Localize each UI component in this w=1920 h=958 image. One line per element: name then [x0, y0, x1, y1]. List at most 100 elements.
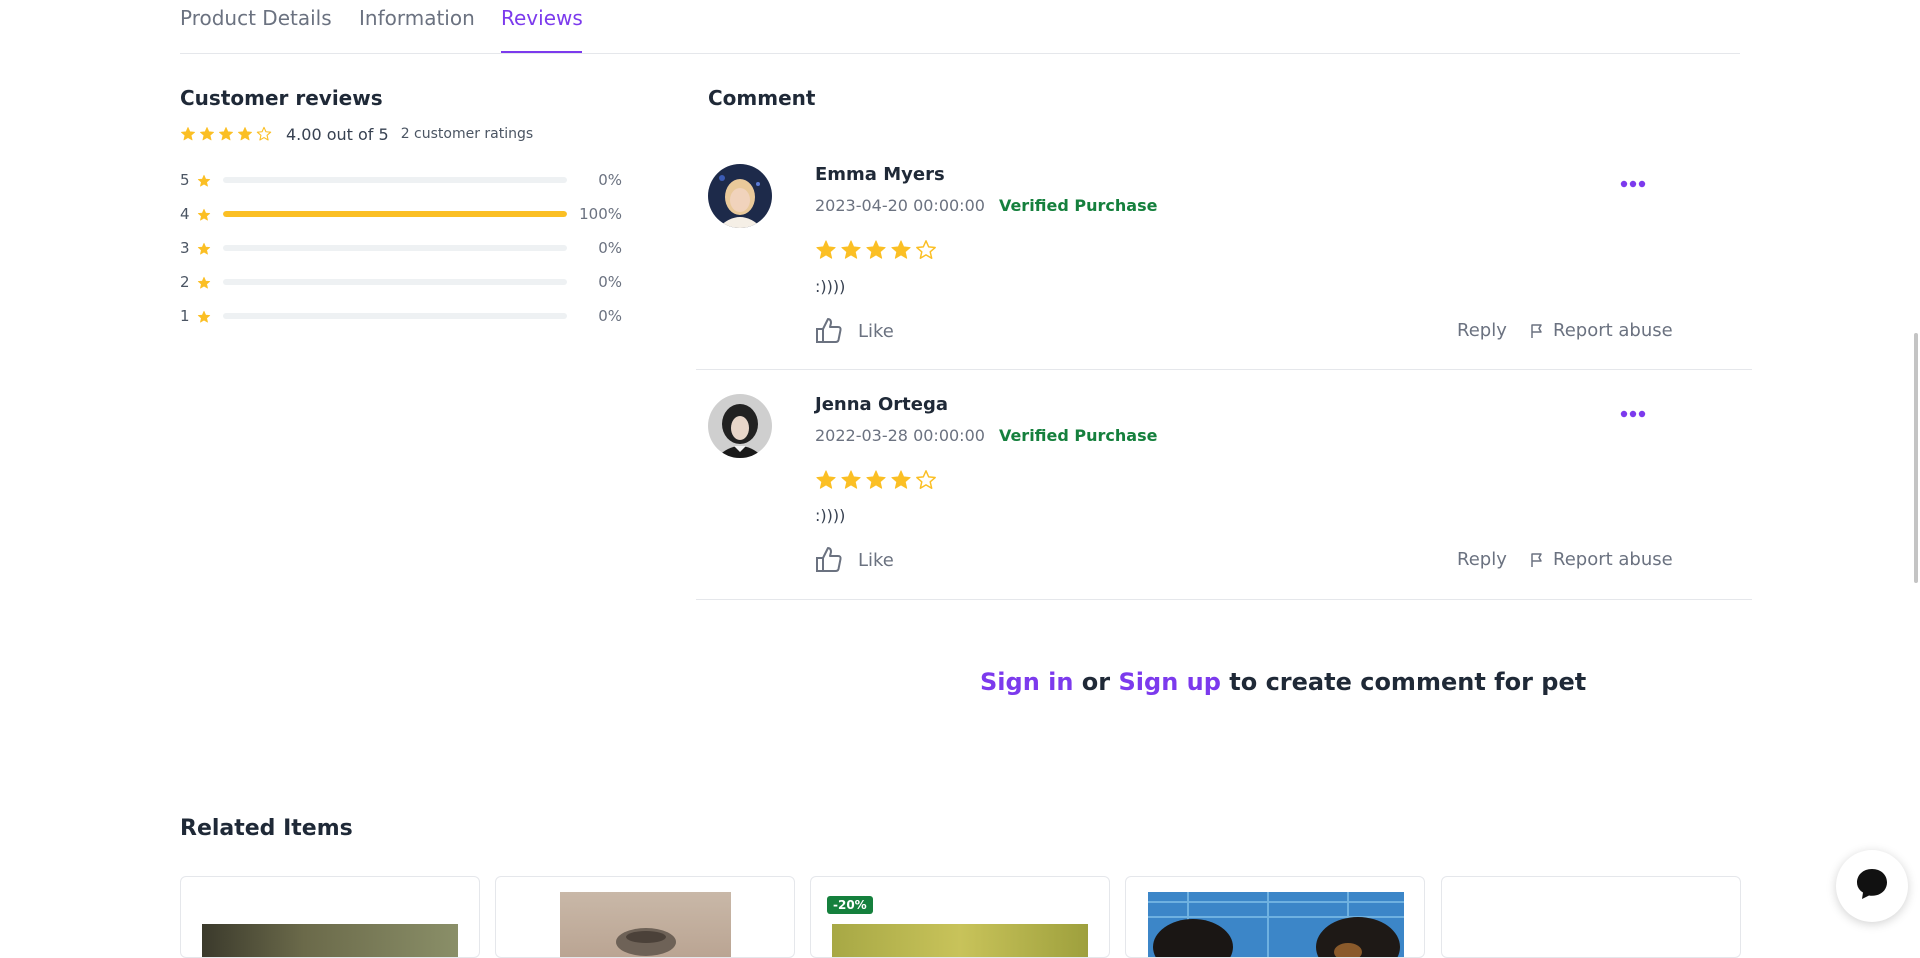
tab-information[interactable]: Information — [359, 6, 475, 30]
star-icon — [865, 469, 887, 491]
signin-prompt: Sign in or Sign up to create comment for… — [980, 668, 1586, 696]
rating-bar-stars-label: 4 — [180, 205, 190, 223]
product-image — [560, 892, 731, 957]
star-icon — [890, 239, 912, 261]
star-icon — [256, 126, 272, 142]
reviewer-name: Jenna Ortega — [815, 394, 948, 415]
review-stars — [815, 239, 937, 261]
rating-bar-track — [223, 313, 567, 319]
rating-bar-percent: 0% — [598, 239, 622, 257]
reply-button[interactable]: Reply — [1457, 320, 1507, 341]
tab-reviews[interactable]: Reviews — [501, 6, 583, 30]
comment-title: Comment — [708, 86, 816, 110]
flag-icon — [1529, 323, 1545, 339]
reply-button[interactable]: Reply — [1457, 549, 1507, 570]
chat-icon — [1853, 865, 1891, 907]
review-item: Emma Myers 2023-04-20 00:00:00 Verified P… — [696, 140, 1752, 370]
star-icon — [815, 469, 837, 491]
star-icon — [197, 275, 211, 289]
review-meta: 2023-04-20 00:00:00 Verified Purchase — [815, 196, 1157, 215]
star-icon — [890, 469, 912, 491]
chat-button[interactable] — [1836, 850, 1908, 922]
reviewer-name: Emma Myers — [815, 164, 945, 185]
star-icon — [199, 126, 215, 142]
report-abuse-label: Report abuse — [1553, 549, 1673, 570]
thumbs-up-icon — [814, 316, 844, 346]
rating-bar-percent: 0% — [598, 273, 622, 291]
sign-up-link[interactable]: Sign up — [1119, 668, 1221, 696]
rating-summary: 4.00 out of 5 2 customer ratings — [180, 124, 533, 144]
rating-bar-percent: 100% — [579, 205, 622, 223]
star-icon — [197, 173, 211, 187]
rating-bar-track — [223, 211, 567, 217]
rating-bar-row[interactable]: 4 100% — [180, 204, 622, 224]
rating-bar-row[interactable]: 2 0% — [180, 272, 622, 292]
rating-bar-row[interactable]: 3 0% — [180, 238, 622, 258]
like-button[interactable]: Like — [814, 316, 894, 346]
review-stars — [815, 469, 937, 491]
like-label: Like — [858, 549, 894, 571]
rating-bar-fill — [223, 211, 567, 217]
or-text: or — [1073, 668, 1119, 696]
average-rating-text: 4.00 out of 5 — [286, 124, 389, 144]
product-image — [202, 924, 458, 957]
thumbs-up-icon — [814, 545, 844, 575]
star-icon — [840, 469, 862, 491]
flag-icon — [1529, 552, 1545, 568]
star-icon — [197, 309, 211, 323]
star-icon — [865, 239, 887, 261]
customer-reviews-title: Customer reviews — [180, 86, 383, 110]
rating-bar-track — [223, 177, 567, 183]
ratings-count: 2 customer ratings — [400, 126, 534, 142]
signin-prompt-rest: to create comment for pet — [1220, 668, 1587, 696]
related-item-card[interactable]: -20% — [810, 876, 1110, 958]
like-label: Like — [858, 320, 894, 342]
review-text: :)))) — [815, 277, 846, 296]
rating-bar-stars-label: 1 — [180, 307, 190, 325]
review-item: Jenna Ortega 2022-03-28 00:00:00 Verified… — [696, 370, 1752, 600]
product-tabs: Product Details Information Reviews — [180, 0, 1740, 54]
more-dots-icon[interactable] — [1620, 174, 1646, 188]
star-icon — [218, 126, 234, 142]
star-icon — [815, 239, 837, 261]
like-button[interactable]: Like — [814, 545, 894, 575]
star-icon — [197, 241, 211, 255]
related-item-card[interactable] — [495, 876, 795, 958]
page-scrollbar[interactable] — [1914, 333, 1918, 583]
tab-product-details[interactable]: Product Details — [180, 6, 332, 30]
rating-bar-stars-label: 5 — [180, 171, 190, 189]
average-stars — [180, 126, 272, 142]
review-meta: 2022-03-28 00:00:00 Verified Purchase — [815, 426, 1157, 445]
rating-bar-stars-label: 2 — [180, 273, 190, 291]
rating-bar-row[interactable]: 1 0% — [180, 306, 622, 326]
star-icon — [840, 239, 862, 261]
related-items-title: Related Items — [180, 816, 353, 841]
star-icon — [915, 239, 937, 261]
report-abuse-label: Report abuse — [1553, 320, 1673, 341]
rating-bar-track — [223, 245, 567, 251]
product-reviews-page: Product Details Information Reviews Cust… — [0, 0, 1920, 958]
review-date: 2023-04-20 00:00:00 — [815, 196, 985, 215]
rating-bar-percent: 0% — [598, 171, 622, 189]
related-item-card[interactable] — [1441, 876, 1741, 958]
avatar[interactable] — [708, 394, 772, 458]
avatar[interactable] — [708, 164, 772, 228]
verified-badge: Verified Purchase — [998, 426, 1158, 445]
rating-bar-track — [223, 279, 567, 285]
rating-bar-percent: 0% — [598, 307, 622, 325]
review-date: 2022-03-28 00:00:00 — [815, 426, 985, 445]
discount-badge: -20% — [827, 896, 873, 914]
product-image — [1148, 892, 1404, 957]
sign-in-link[interactable]: Sign in — [980, 668, 1073, 696]
related-item-card[interactable] — [180, 876, 480, 958]
star-icon — [180, 126, 196, 142]
rating-bar-row[interactable]: 5 0% — [180, 170, 622, 190]
rating-bar-stars-label: 3 — [180, 239, 190, 257]
report-abuse-button[interactable]: Report abuse — [1529, 320, 1673, 341]
report-abuse-button[interactable]: Report abuse — [1529, 549, 1673, 570]
more-dots-icon[interactable] — [1620, 404, 1646, 418]
active-tab-indicator — [501, 51, 582, 53]
review-text: :)))) — [815, 506, 846, 525]
related-item-card[interactable] — [1125, 876, 1425, 958]
product-image — [832, 924, 1088, 957]
